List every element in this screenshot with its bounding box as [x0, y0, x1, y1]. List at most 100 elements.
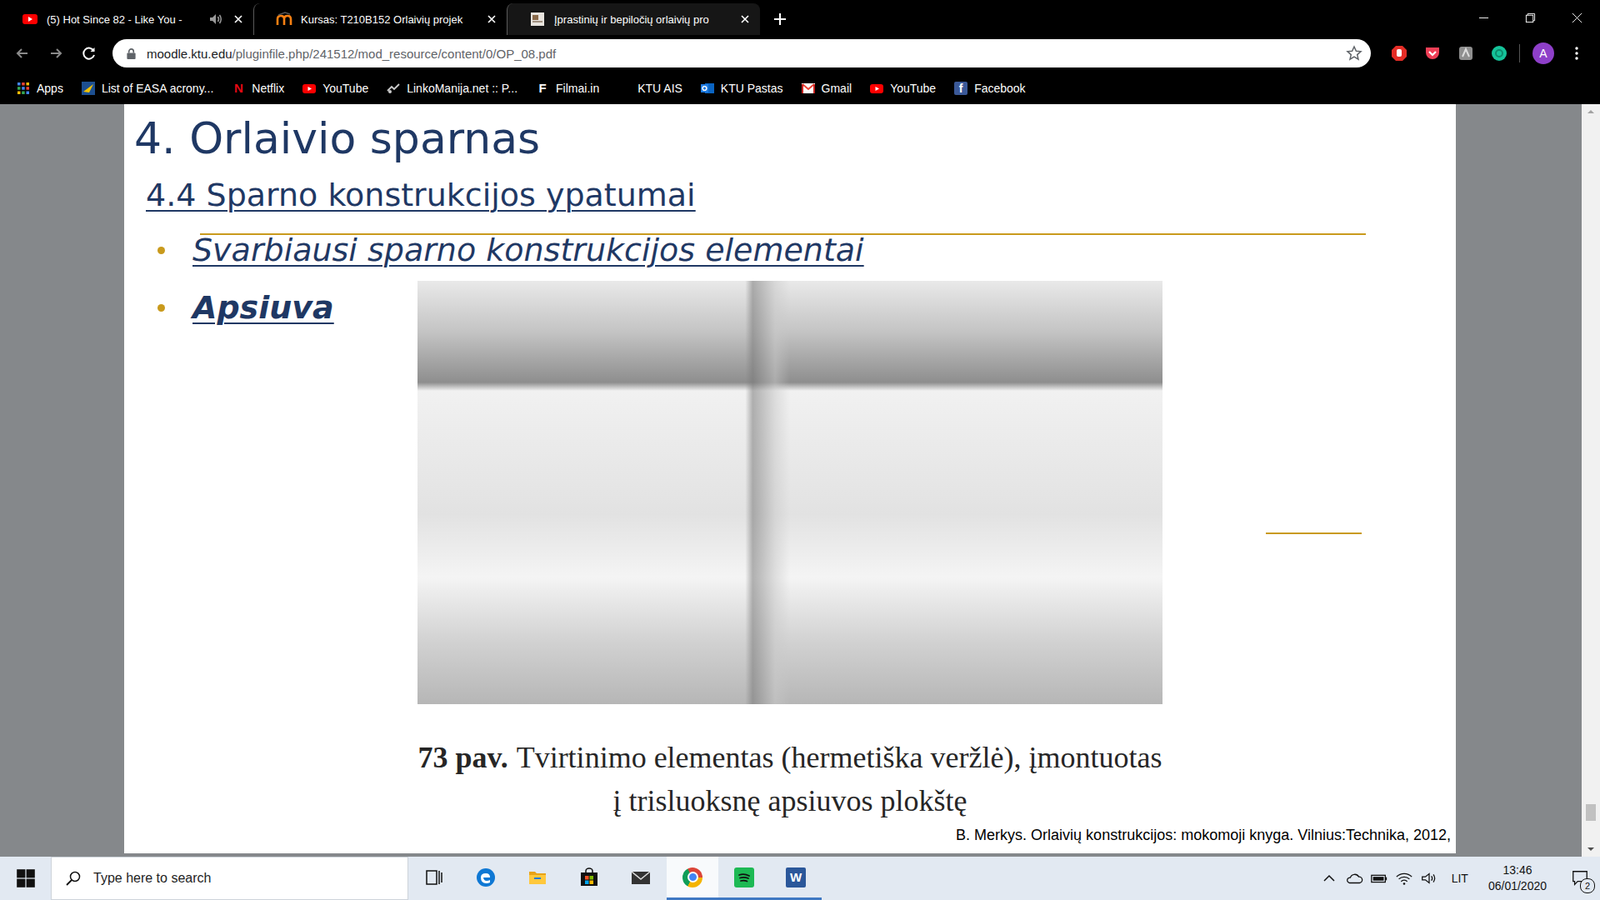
- scroll-down-icon[interactable]: [1581, 841, 1600, 857]
- source-citation: B. Merkys. Orlaivių konstrukcijos: mokom…: [124, 825, 1456, 845]
- bookmark-label: KTU Pastas: [720, 81, 784, 95]
- reload-button[interactable]: [72, 38, 106, 69]
- bookmark[interactable]: KTU AIS: [610, 78, 690, 99]
- netflix-icon: N: [231, 81, 245, 95]
- bookmark[interactable]: FFilmai.in: [529, 78, 606, 99]
- filmai-icon: F: [535, 81, 550, 95]
- url-text: moodle.ktu.edu/pluginfile.php/241512/mod…: [146, 46, 1336, 61]
- spotify-icon: [734, 867, 755, 888]
- language-indicator[interactable]: LIT: [1445, 871, 1475, 885]
- bookmark[interactable]: Gmail: [795, 78, 860, 99]
- lock-icon: [125, 47, 137, 60]
- easa-icon: [81, 81, 95, 95]
- back-button[interactable]: [5, 38, 40, 69]
- bookmark-label: Gmail: [821, 81, 853, 95]
- scroll-thumb[interactable]: [1585, 804, 1596, 821]
- close-window-icon: [1571, 12, 1583, 24]
- browser-tab[interactable]: (5) Hot Since 82 - Like You -: [0, 3, 254, 35]
- forward-arrow-icon: [47, 45, 65, 62]
- scroll-up-icon[interactable]: [1581, 104, 1600, 120]
- close-icon[interactable]: [231, 12, 245, 26]
- bullet-dot: [157, 304, 165, 312]
- slide-subtitle: 4.4 Sparno konstrukcijos ypatumai: [124, 175, 1456, 215]
- notifications-button[interactable]: 2: [1560, 856, 1600, 900]
- moodle-icon: [275, 10, 293, 28]
- restore-button[interactable]: [1506, 0, 1554, 35]
- toolbar: moodle.ktu.edu/pluginfile.php/241512/mod…: [0, 35, 1600, 72]
- search-box[interactable]: Type here to search: [50, 856, 409, 900]
- bullet-dot: [157, 246, 165, 255]
- kebab-menu-icon: [1568, 45, 1585, 62]
- bookmark-label: LinkoManija.net :: P...: [406, 81, 518, 95]
- close-button[interactable]: [1553, 0, 1600, 35]
- minimize-button[interactable]: [1460, 0, 1507, 35]
- bookmark[interactable]: LinkoManija.net :: P...: [380, 78, 525, 99]
- browser-tab[interactable]: Kursas: T210B152 Orlaivių projek: [253, 3, 507, 35]
- profile-avatar[interactable]: A: [1532, 42, 1555, 65]
- extension-button[interactable]: [1449, 38, 1483, 69]
- bookmark[interactable]: Apps: [10, 78, 70, 99]
- speaker-icon[interactable]: [208, 11, 224, 27]
- bookmark[interactable]: YouTube: [863, 78, 943, 99]
- figure: [124, 280, 1456, 705]
- bookmark[interactable]: KTU Pastas: [694, 78, 790, 99]
- edge-icon: [475, 867, 496, 888]
- taskbar-app[interactable]: [718, 856, 770, 900]
- back-arrow-icon: [14, 45, 31, 62]
- taskbar-app[interactable]: [563, 856, 615, 900]
- word-icon: W: [785, 867, 806, 888]
- youtube-icon: [870, 81, 884, 95]
- close-icon[interactable]: [485, 12, 499, 26]
- bookmark[interactable]: List of EASA acrony...: [75, 78, 220, 99]
- volume-icon[interactable]: [1420, 870, 1439, 887]
- menu-button[interactable]: [1560, 38, 1594, 69]
- taskbar-app[interactable]: [460, 856, 512, 900]
- apps-grid-icon: [16, 81, 30, 95]
- battery-icon[interactable]: [1370, 870, 1389, 887]
- star-icon[interactable]: [1345, 45, 1363, 62]
- document-icon: [529, 10, 546, 28]
- bookmark-label: Facebook: [974, 81, 1025, 95]
- bookmark-label: List of EASA acrony...: [101, 81, 214, 95]
- youtube-icon: [21, 10, 39, 28]
- address-bar[interactable]: moodle.ktu.edu/pluginfile.php/241512/mod…: [112, 39, 1371, 68]
- forward-button[interactable]: [39, 38, 73, 69]
- tab-title: (5) Hot Since 82 - Like You -: [46, 13, 200, 26]
- toolbar-separator: [1519, 44, 1520, 63]
- taskbar-app[interactable]: [408, 856, 460, 900]
- taskbar-app[interactable]: [666, 856, 719, 900]
- taskbar-app[interactable]: W: [770, 856, 822, 900]
- folder-icon: [527, 867, 548, 888]
- taskbar-app[interactable]: [615, 856, 667, 900]
- figure-caption: 73 pav.Tvirtinimo elementas (hermetiška …: [124, 735, 1456, 823]
- system-tray: LIT 13:4606/01/20202: [1320, 856, 1600, 900]
- new-tab-icon[interactable]: [765, 4, 795, 35]
- bookmark[interactable]: f Facebook: [947, 78, 1032, 99]
- wifi-icon[interactable]: [1395, 870, 1414, 887]
- cloud-icon[interactable]: [1345, 870, 1364, 887]
- reload-icon: [80, 45, 98, 62]
- pdf-page: 4. Orlaivio sparnas 4.4 Sparno konstrukci…: [124, 104, 1456, 854]
- stop-extension-icon: [1390, 45, 1408, 62]
- extension-button[interactable]: [1415, 38, 1450, 69]
- start-button[interactable]: [0, 856, 51, 900]
- bookmark-label: YouTube: [890, 81, 936, 95]
- scrollbar[interactable]: [1581, 104, 1600, 857]
- bookmark[interactable]: NNetflix: [225, 78, 291, 99]
- desktop: (5) Hot Since 82 - Like You - Kursas: T21…: [0, 0, 1600, 900]
- search-icon: [65, 870, 82, 887]
- slide-title: 4. Orlaivio sparnas: [124, 104, 1456, 165]
- close-icon[interactable]: [738, 12, 752, 26]
- extension-button[interactable]: [1482, 38, 1516, 69]
- facebook-icon: f: [954, 81, 968, 95]
- taskbar-app[interactable]: [511, 856, 564, 900]
- extension-button[interactable]: [1382, 38, 1416, 69]
- bookmark-label: KTU AIS: [637, 81, 683, 95]
- clock[interactable]: 13:4606/01/2020: [1481, 862, 1554, 895]
- chevron-up-icon[interactable]: [1320, 870, 1339, 887]
- bookmark[interactable]: YouTube: [295, 78, 375, 99]
- browser-tab[interactable]: Įprastinių ir bepiločių orlaivių pro: [506, 3, 760, 35]
- store-icon: [579, 867, 600, 888]
- bullet-item: Svarbiausi sparno konstrukcijos elementa…: [157, 231, 1456, 269]
- tab-title: Kursas: T210B152 Orlaivių projek: [300, 13, 477, 26]
